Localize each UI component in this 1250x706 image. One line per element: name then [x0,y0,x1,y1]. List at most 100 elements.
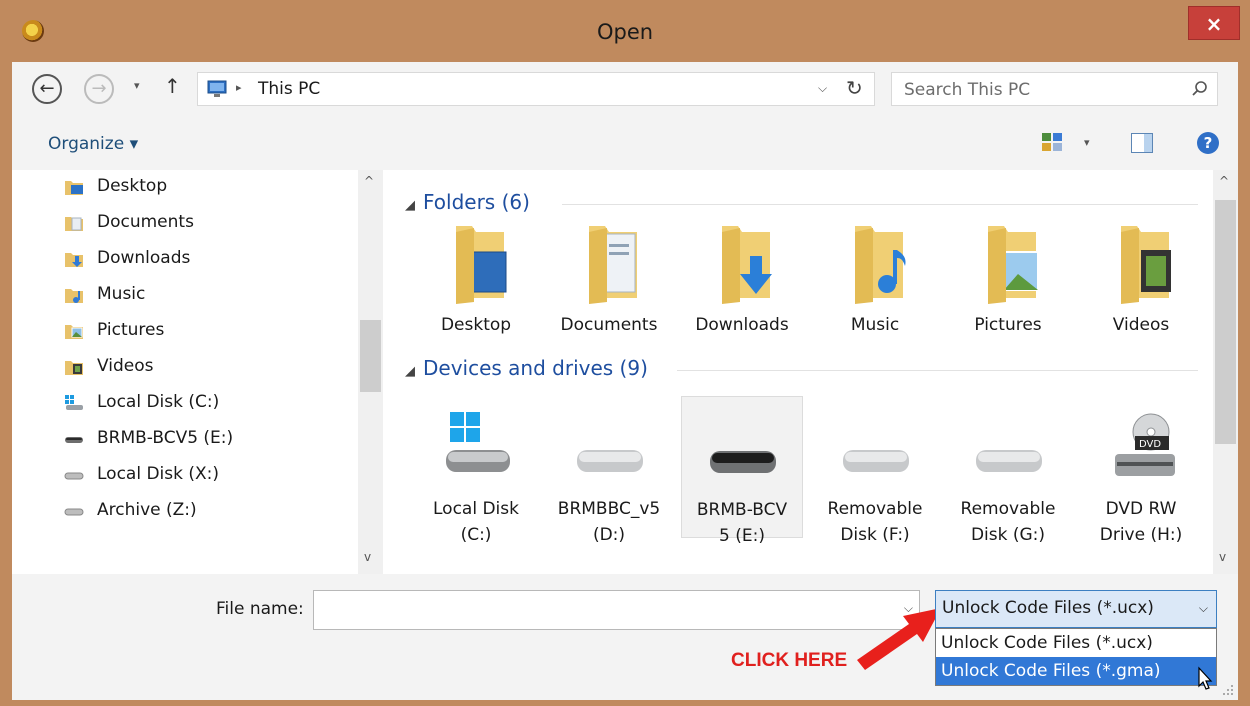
scroll-up-icon[interactable]: ^ [364,174,374,188]
file-name-input[interactable]: ⌵ [313,590,920,630]
folder-tile-music[interactable]: Music [814,222,936,338]
folder-tile-videos[interactable]: Videos [1080,222,1202,338]
collapse-triangle-icon[interactable]: ◢ [405,364,415,379]
windows-drive-icon [446,412,510,472]
command-bar: Organize ▾ ▾ ? [12,118,1238,170]
scroll-down-icon[interactable]: v [1219,550,1226,564]
address-bar[interactable]: ▸ This PC ⌵ ↻ [197,72,875,106]
desktop-folder-icon [456,226,507,304]
scrollbar-thumb[interactable] [1215,200,1236,444]
drive-label-line1: Removable [827,499,923,519]
drive-tile-removable-g[interactable]: Removable Disk (G:) [947,406,1069,548]
recent-locations-dropdown-icon[interactable]: ▾ [134,79,140,92]
sidebar-item-label: Videos [97,356,154,376]
folder-tile-pictures[interactable]: Pictures [947,222,1069,338]
folder-label: Pictures [974,315,1042,335]
chevron-down-icon[interactable]: ⌵ [1199,601,1208,616]
file-type-select[interactable]: Unlock Code Files (*.ucx) ⌵ [935,590,1217,628]
file-list-pane[interactable]: ◢ Folders (6) Desktop Documents Downloads… [387,170,1238,574]
folder-label: Desktop [440,315,512,335]
network-drive-icon [64,508,84,516]
file-type-option-ucx[interactable]: Unlock Code Files (*.ucx) [936,629,1216,657]
navigation-scrollbar[interactable]: ^ v [358,170,383,574]
refresh-icon[interactable]: ↻ [846,76,863,100]
drive-tile-removable-f[interactable]: Removable Disk (F:) [814,406,936,548]
address-history-chevron-icon[interactable]: ⌵ [818,81,827,96]
search-icon[interactable] [1191,80,1209,98]
resize-grip-icon[interactable] [1222,684,1234,696]
drive-label-line1: DVD RW [1105,499,1177,519]
red-arrow-annotation-icon [857,608,941,670]
documents-folder-icon [589,226,637,304]
navigation-pane[interactable]: Desktop Documents Downloads Music Pictur… [12,170,387,574]
view-options-dropdown-icon[interactable]: ▾ [1084,136,1090,149]
file-type-option-gma[interactable]: Unlock Code Files (*.gma) [936,657,1216,685]
sidebar-item-label: Pictures [97,320,165,340]
dvd-badge-text: DVD [1139,439,1161,450]
dvd-drive-icon: DVD [1115,413,1175,476]
folder-label: Downloads [695,315,789,335]
file-type-selected-value: Unlock Code Files (*.ucx) [942,598,1154,618]
desktop-folder-icon [65,181,83,195]
sidebar-item-label: Archive (Z:) [97,500,197,520]
folder-tile-downloads[interactable]: Downloads [681,222,803,338]
group-divider [562,204,1198,205]
this-pc-icon [207,80,227,97]
drive-icon [577,450,643,472]
network-drive-icon [64,472,84,480]
windows-drive-icon [65,395,83,410]
close-button[interactable]: × [1188,6,1240,40]
title-bar[interactable]: Open × [0,0,1250,62]
drive-tile-dvd-h[interactable]: DVD DVD RW Drive (H:) [1080,406,1202,548]
downloads-folder-icon [65,253,83,267]
breadcrumb-this-pc[interactable]: This PC [258,79,320,99]
drive-label-line1: Removable [960,499,1056,519]
mouse-cursor-icon [1198,666,1213,690]
folder-label: Videos [1112,315,1170,335]
help-icon[interactable]: ? [1197,132,1219,154]
collapse-triangle-icon[interactable]: ◢ [405,198,415,213]
breadcrumb-separator-icon[interactable]: ▸ [236,81,242,94]
up-button[interactable]: ↑ [164,74,181,98]
group-title: Devices and drives (9) [423,356,648,380]
videos-folder-icon [65,361,83,375]
pictures-folder-icon [65,325,83,339]
scroll-up-icon[interactable]: ^ [1219,174,1229,188]
drive-label-line2: Disk (F:) [840,525,910,545]
music-folder-icon [855,226,906,304]
drive-label-line1: BRMB-BCV [696,500,788,520]
scroll-down-icon[interactable]: v [364,550,371,564]
documents-folder-icon [65,217,83,231]
back-button[interactable]: ← [32,74,62,104]
preview-pane-icon[interactable] [1131,133,1153,153]
change-view-icon[interactable] [1041,132,1063,152]
removable-drive-icon [976,450,1042,472]
drive-tile-brmb-bcv5-e[interactable]: BRMB-BCV 5 (E:) [681,396,803,546]
sidebar-item-label: Documents [97,212,194,232]
window-title: Open [596,20,654,44]
scrollbar-thumb[interactable] [360,320,381,392]
file-list-scrollbar[interactable]: ^ v [1213,170,1238,574]
drive-label-line2: (C:) [460,525,492,545]
sidebar-item-label: Music [97,284,146,304]
sidebar-item-label: Downloads [97,248,191,268]
drive-tile-brmbbc-v5-d[interactable]: BRMBBC_v5 (D:) [548,406,670,548]
drive-label-line2: 5 (E:) [719,526,765,546]
devices-group-header[interactable]: ◢ Devices and drives (9) [405,356,648,380]
drive-tile-local-disk-c[interactable]: Local Disk (C:) [415,406,537,548]
forward-button[interactable]: → [84,74,114,104]
drive-icon [710,451,776,473]
search-placeholder: Search This PC [904,80,1031,100]
sidebar-item-label: Local Disk (X:) [97,464,220,484]
file-name-label: File name: [216,599,304,619]
folder-tile-desktop[interactable]: Desktop [415,222,537,338]
folder-tile-documents[interactable]: Documents [548,222,670,338]
click-here-annotation: CLICK HERE [731,650,848,671]
sidebar-item-label: BRMB-BCV5 (E:) [97,428,234,448]
sidebar-item-label: Desktop [97,176,168,196]
folders-group-header[interactable]: ◢ Folders (6) [405,190,530,214]
organize-menu-button[interactable]: Organize ▾ [48,134,138,154]
file-type-dropdown-list[interactable]: Unlock Code Files (*.ucx) Unlock Code Fi… [935,628,1217,686]
search-input[interactable]: Search This PC [891,72,1218,106]
music-folder-icon [65,289,83,303]
